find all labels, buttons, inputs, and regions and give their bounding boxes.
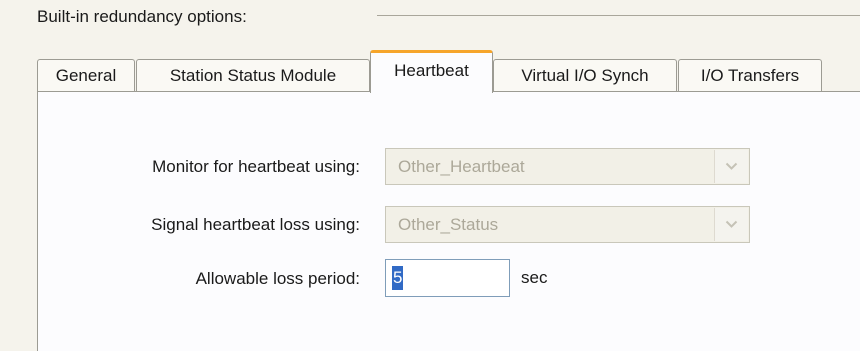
heartbeat-panel: Monitor for heartbeat using: Other_Heart… <box>37 91 860 351</box>
tab-io-transfers[interactable]: I/O Transfers <box>678 59 822 91</box>
tab-label: General <box>55 65 117 85</box>
group-label: Built-in redundancy options: <box>37 7 247 26</box>
loss-period-unit: sec <box>521 268 548 287</box>
tab-label: Station Status Module <box>169 65 337 85</box>
loss-period-input[interactable]: 5 <box>385 259 510 297</box>
tab-strip: General Station Status Module Heartbeat … <box>37 50 860 93</box>
signal-loss-value: Other_Status <box>398 215 499 234</box>
loss-period-label: Allowable loss period: <box>195 269 360 288</box>
loss-period-value: 5 <box>392 266 404 290</box>
chevron-down-icon[interactable] <box>714 150 748 183</box>
tab-virtual-io-synch[interactable]: Virtual I/O Synch <box>493 59 677 91</box>
tab-label: Heartbeat <box>394 61 469 80</box>
signal-loss-select[interactable]: Other_Status <box>385 206 750 243</box>
group-divider <box>377 15 860 16</box>
monitor-heartbeat-label: Monitor for heartbeat using: <box>152 157 360 176</box>
chevron-down-icon[interactable] <box>714 208 748 241</box>
tab-station-status-module[interactable]: Station Status Module <box>136 59 370 91</box>
monitor-heartbeat-value: Other_Heartbeat <box>398 157 525 176</box>
monitor-heartbeat-select[interactable]: Other_Heartbeat <box>385 148 750 185</box>
signal-loss-label: Signal heartbeat loss using: <box>151 215 360 234</box>
tab-label: I/O Transfers <box>700 65 800 85</box>
tab-label: Virtual I/O Synch <box>521 65 649 85</box>
tab-heartbeat[interactable]: Heartbeat <box>370 50 493 93</box>
tab-general[interactable]: General <box>37 59 135 91</box>
